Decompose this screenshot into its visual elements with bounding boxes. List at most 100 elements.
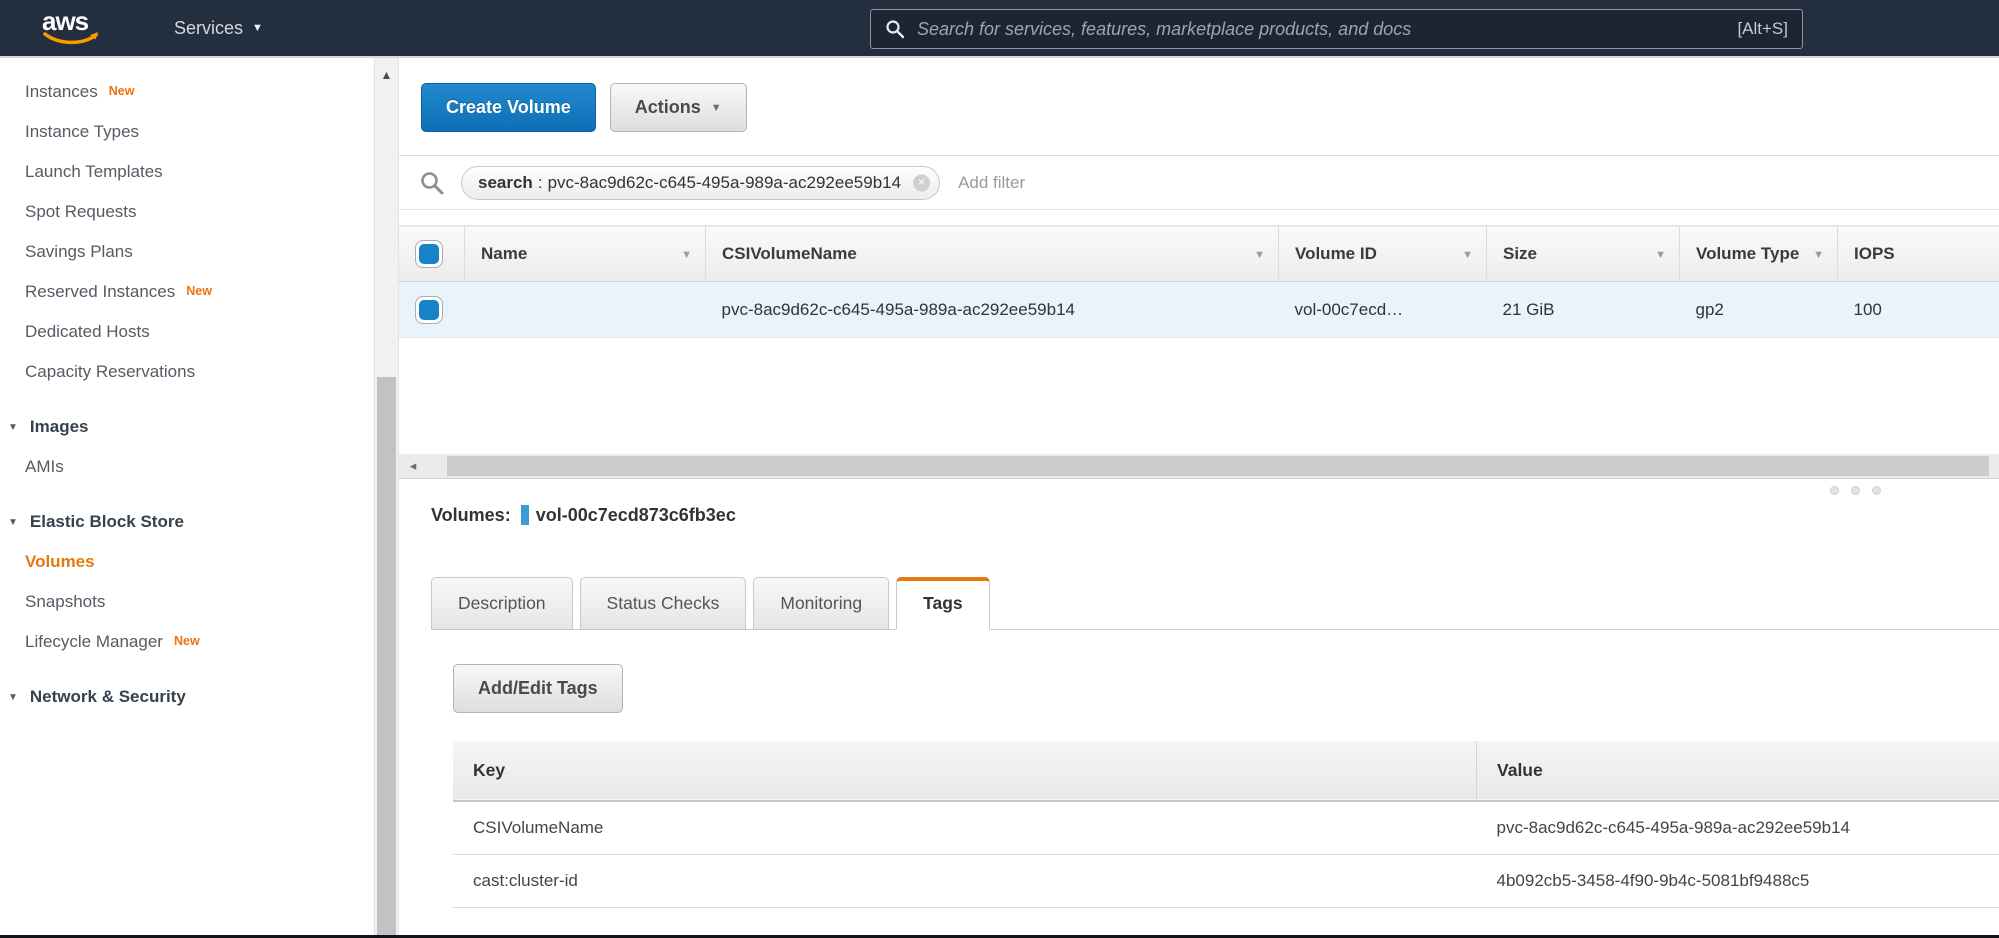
actions-button[interactable]: Actions ▼: [610, 83, 747, 132]
pane-resize-handle-icon[interactable]: [1830, 486, 1881, 495]
tag-cell: cast:cluster-id: [453, 855, 1477, 908]
sidebar-item-instance-types[interactable]: Instance Types: [0, 112, 374, 152]
column-label: IOPS: [1854, 244, 1895, 263]
column-header-volume-id[interactable]: ▼ Volume ID: [1279, 226, 1487, 282]
sidebar-item-reserved-instances[interactable]: Reserved InstancesNew: [0, 272, 374, 312]
sort-caret-icon: ▼: [1254, 249, 1265, 261]
sidebar-item-label: Reserved Instances: [25, 282, 175, 302]
sidebar-item-launch-templates[interactable]: Launch Templates: [0, 152, 374, 192]
sidebar: InstancesNewInstance TypesLaunch Templat…: [0, 58, 374, 938]
sidebar-section-network-security[interactable]: ▼Network & Security: [0, 677, 374, 717]
table-empty-area: [399, 338, 1999, 454]
sidebar-section-elastic-block-store[interactable]: ▼ Elastic Block Store: [0, 502, 374, 542]
add-filter-input[interactable]: Add filter: [958, 173, 1025, 193]
column-header-iops[interactable]: ▼IOPS: [1838, 226, 1999, 282]
section-collapse-icon: ▼: [8, 517, 18, 528]
sidebar-item-label: Launch Templates: [25, 162, 163, 182]
detail-title: Volumes: vol-00c7ecd873c6fb3ec: [431, 501, 1999, 529]
sort-caret-icon: ▼: [1462, 249, 1473, 261]
volume-cell: [465, 282, 706, 338]
sidebar-item-volumes[interactable]: Volumes: [0, 542, 374, 582]
chevron-down-icon: ▼: [252, 22, 263, 34]
top-navbar: aws Services ▼ Search for services, feat…: [0, 0, 1999, 58]
volumes-table-header: ▼ Name ▼ CSIVolumeName ▼ Volume ID ▼Size ▼ Volum…: [399, 226, 1999, 282]
column-header-name[interactable]: ▼ Name: [465, 226, 706, 282]
sidebar-item-savings-plans[interactable]: Savings Plans: [0, 232, 374, 272]
sidebar-scrollbar-thumb[interactable]: [377, 377, 396, 938]
sidebar-item-instances[interactable]: InstancesNew: [0, 72, 374, 112]
horizontal-scrollbar-thumb[interactable]: [447, 456, 1989, 476]
column-label: Name: [481, 244, 527, 263]
detail-tabs: DescriptionStatus ChecksMonitoringTags: [431, 577, 1999, 630]
column-label: CSIVolumeName: [722, 244, 857, 263]
sidebar-item-dedicated-hosts[interactable]: Dedicated Hosts: [0, 312, 374, 352]
sort-caret-icon: ▼: [681, 249, 692, 261]
column-label: Volume ID: [1295, 244, 1377, 263]
sort-caret-icon: ▼: [1813, 249, 1824, 261]
detail-pane: Volumes: vol-00c7ecd873c6fb3ec Descripti…: [399, 501, 1999, 908]
tags-column-header-key: Key: [453, 741, 1477, 801]
services-menu[interactable]: Services ▼: [174, 18, 263, 39]
tab-tags[interactable]: Tags: [896, 577, 990, 630]
column-label: Size: [1503, 244, 1537, 263]
section-collapse-icon: ▼: [8, 422, 18, 433]
filter-tag[interactable]: search : pvc-8ac9d62c-c645-495a-989a-ac2…: [461, 166, 940, 200]
filter-separator: :: [538, 173, 543, 193]
selection-cursor-icon: [521, 505, 529, 525]
tab-description[interactable]: Description: [431, 577, 573, 629]
create-volume-button[interactable]: Create Volume: [421, 83, 596, 132]
services-label: Services: [174, 18, 243, 39]
sidebar-item-label: Instance Types: [25, 122, 139, 142]
tag-cell: CSIVolumeName: [453, 801, 1477, 855]
aws-logo-text: aws: [42, 8, 102, 34]
horizontal-scrollbar[interactable]: ◂: [399, 454, 1999, 479]
sidebar-item-label: Instances: [25, 82, 98, 102]
tags-table: KeyValue CSIVolumeNamepvc-8ac9d62c-c645-…: [453, 741, 1999, 908]
sidebar-item-label: Savings Plans: [25, 242, 133, 262]
sidebar-scrollbar[interactable]: ▲: [374, 58, 399, 938]
column-label: Volume Type: [1696, 244, 1799, 263]
tag-cell: pvc-8ac9d62c-c645-495a-989a-ac292ee59b14: [1477, 801, 1999, 855]
sidebar-item-label: Lifecycle Manager: [25, 632, 163, 652]
column-header-volume-type[interactable]: ▼ Volume Type: [1680, 226, 1838, 282]
column-header-size[interactable]: ▼Size: [1487, 226, 1680, 282]
global-search-input[interactable]: Search for services, features, marketpla…: [870, 9, 1803, 49]
scroll-up-arrow-icon[interactable]: ▲: [375, 68, 398, 82]
new-badge: New: [174, 634, 200, 648]
sidebar-item-capacity-reservations[interactable]: Capacity Reservations: [0, 352, 374, 392]
remove-filter-icon[interactable]: ✕: [913, 174, 930, 191]
sidebar-item-spot-requests[interactable]: Spot Requests: [0, 192, 374, 232]
sidebar-item-snapshots[interactable]: Snapshots: [0, 582, 374, 622]
sidebar-item-label: Dedicated Hosts: [25, 322, 150, 342]
volume-row[interactable]: pvc-8ac9d62c-c645-495a-989a-ac292ee59b14…: [399, 282, 1999, 338]
tab-monitoring[interactable]: Monitoring: [753, 577, 889, 629]
sidebar-item-label: Capacity Reservations: [25, 362, 195, 382]
aws-console-window: aws Services ▼ Search for services, feat…: [0, 0, 1999, 938]
search-placeholder: Search for services, features, marketpla…: [917, 19, 1725, 40]
volume-cell: gp2: [1680, 282, 1838, 338]
detail-title-label: Volumes:: [431, 505, 511, 526]
add-edit-tags-button[interactable]: Add/Edit Tags: [453, 664, 623, 713]
filter-bar[interactable]: search : pvc-8ac9d62c-c645-495a-989a-ac2…: [399, 155, 1999, 210]
tag-row[interactable]: CSIVolumeNamepvc-8ac9d62c-c645-495a-989a…: [453, 801, 1999, 855]
search-icon: [419, 170, 445, 196]
column-header-csivolumename[interactable]: ▼ CSIVolumeName: [706, 226, 1279, 282]
tab-status-checks[interactable]: Status Checks: [580, 577, 747, 629]
main-pane: Create Volume Actions ▼ search : pvc-8ac…: [399, 58, 1999, 938]
sidebar-item-label: AMIs: [25, 457, 64, 477]
sidebar-item-lifecycle-manager[interactable]: Lifecycle Manager New: [0, 622, 374, 662]
scroll-left-arrow-icon[interactable]: ◂: [399, 454, 427, 478]
sidebar-item-label: Spot Requests: [25, 202, 137, 222]
aws-logo[interactable]: aws: [42, 8, 102, 48]
tag-row[interactable]: cast:cluster-id4b092cb5-3458-4f90-9b4c-5…: [453, 855, 1999, 908]
sidebar-section-label: Elastic Block Store: [30, 512, 184, 532]
select-all-checkbox[interactable]: [415, 240, 443, 268]
row-checkbox[interactable]: [415, 296, 443, 324]
toolbar: Create Volume Actions ▼: [421, 83, 1999, 132]
sidebar-item-amis[interactable]: AMIs: [0, 447, 374, 487]
sidebar-section-images[interactable]: ▼Images: [0, 407, 374, 447]
pane-divider: [399, 479, 1999, 501]
tags-column-header-value: Value: [1477, 741, 1999, 801]
sidebar-item-label: Snapshots: [25, 592, 105, 612]
detail-volume-id: vol-00c7ecd873c6fb3ec: [536, 505, 736, 526]
